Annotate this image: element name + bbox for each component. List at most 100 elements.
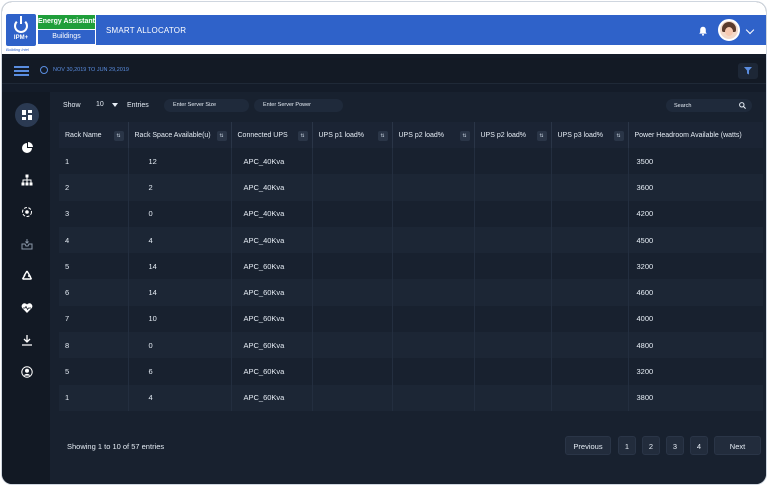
- sidebar-item-allocator[interactable]: [15, 200, 39, 224]
- user-avatar[interactable]: [718, 19, 740, 41]
- sidebar-item-user[interactable]: [15, 360, 39, 384]
- column-header[interactable]: Power Headroom Available (watts): [627, 122, 763, 148]
- table-cell: [550, 148, 628, 175]
- rack-table: Rack Name ⇅ Rack Space Available(u) ⇅ Conn…: [59, 122, 763, 411]
- table-cell: 3800: [627, 384, 763, 411]
- bell-icon[interactable]: [698, 26, 708, 36]
- sidebar-item-analytics[interactable]: [15, 136, 39, 160]
- column-header[interactable]: Rack Space Available(u) ⇅: [127, 122, 231, 148]
- next-button[interactable]: Next: [714, 436, 761, 455]
- table-cell: [391, 305, 474, 333]
- sort-icon[interactable]: ⇅: [297, 131, 308, 141]
- filter-button[interactable]: [738, 63, 758, 79]
- filter-icon: [744, 67, 752, 75]
- table-cell: [550, 200, 628, 227]
- table-cell: 14: [127, 279, 231, 306]
- sidebar-item-download[interactable]: [15, 328, 39, 352]
- table-cell: [473, 174, 551, 201]
- table-cell: [391, 332, 474, 359]
- table-cell: 4500: [627, 226, 763, 254]
- dashboard-icon: [22, 110, 32, 120]
- table-cell: [550, 253, 628, 280]
- table-cell: 3: [59, 200, 128, 227]
- table-row[interactable]: 3 0 APC_40Kva 4200: [59, 200, 763, 227]
- table-row[interactable]: 1 4 APC_60Kva 3800: [59, 384, 763, 411]
- table-row[interactable]: 1 12 APC_40Kva 3500: [59, 148, 763, 175]
- table-cell: 2: [59, 174, 128, 201]
- table-cell: 3200: [627, 253, 763, 280]
- table-cell: APC_60Kva: [230, 332, 312, 359]
- top-header: IPM+ Building Intel Energy Assistant Bui…: [2, 2, 766, 54]
- search-icon[interactable]: [739, 102, 746, 109]
- table-row[interactable]: 5 14 APC_60Kva 3200: [59, 253, 763, 280]
- search-input[interactable]: [666, 99, 736, 112]
- column-header[interactable]: UPS p3 load% ⇅: [550, 122, 628, 148]
- table-cell: [391, 253, 474, 280]
- sort-icon[interactable]: ⇅: [377, 131, 388, 141]
- allocator-icon: [22, 207, 32, 217]
- sort-icon[interactable]: ⇅: [216, 131, 227, 141]
- date-range[interactable]: NOV 30,2019 TO JUN 29,2019: [53, 67, 129, 73]
- sort-icon[interactable]: ⇅: [113, 131, 124, 141]
- table-cell: 3200: [627, 358, 763, 385]
- inbox-icon: [21, 239, 33, 250]
- table-cell: [473, 200, 551, 227]
- main-panel: Show 10 Entries Rack Name⇅ Rack Space Av…: [50, 92, 766, 484]
- table-cell: 1: [59, 384, 128, 411]
- table-row[interactable]: 2 2 APC_40Kva 3600: [59, 174, 763, 201]
- table-cell: APC_60Kva: [230, 305, 312, 333]
- column-header[interactable]: UPS p1 load% ⇅: [311, 122, 392, 148]
- table-cell: 10: [127, 305, 231, 333]
- table-cell: APC_40Kva: [230, 226, 312, 254]
- sidebar-item-dashboard[interactable]: [15, 103, 39, 127]
- chevron-down-icon: [112, 103, 118, 107]
- previous-button[interactable]: Previous: [565, 436, 611, 455]
- table-cell: [550, 305, 628, 333]
- table-row[interactable]: 4 4 APC_40Kva 4500: [59, 226, 763, 254]
- table-row[interactable]: 5 6 APC_60Kva 3200: [59, 358, 763, 385]
- sub-toolbar: NOV 30,2019 TO JUN 29,2019: [2, 58, 766, 84]
- table-cell: [311, 279, 392, 306]
- search-box[interactable]: [666, 99, 752, 112]
- column-header[interactable]: Rack Name ⇅: [59, 122, 128, 148]
- table-cell: 6: [127, 358, 231, 385]
- table-cell: [473, 384, 551, 411]
- table-row[interactable]: 8 0 APC_60Kva 4800: [59, 332, 763, 359]
- tab-energy-assistant[interactable]: Energy Assistant: [38, 15, 95, 29]
- ipm-logo[interactable]: IPM+: [6, 14, 36, 46]
- sort-icon[interactable]: ⇅: [613, 131, 624, 141]
- table-cell: [391, 174, 474, 201]
- table-cell: [473, 305, 551, 333]
- column-header[interactable]: UPS p2 load% ⇅: [473, 122, 551, 148]
- entries-select[interactable]: 10: [88, 98, 122, 112]
- table-row[interactable]: 6 14 APC_60Kva 4600: [59, 279, 763, 306]
- table-cell: [311, 148, 392, 175]
- tab-buildings[interactable]: Buildings: [38, 30, 95, 44]
- app-bar: SMART ALLOCATOR: [96, 15, 766, 45]
- page-button-1[interactable]: 1: [618, 436, 636, 455]
- hamburger-menu-icon[interactable]: [14, 66, 29, 76]
- sidebar-item-hierarchy[interactable]: [15, 168, 39, 192]
- page-button-2[interactable]: 2: [642, 436, 660, 455]
- table-cell: [473, 148, 551, 175]
- table-cell: 8: [59, 332, 128, 359]
- table-cell: [311, 253, 392, 280]
- table-cell: APC_40Kva: [230, 200, 312, 227]
- column-header[interactable]: Connected UPS ⇅: [230, 122, 312, 148]
- sidebar-item-inbox[interactable]: [15, 232, 39, 256]
- column-header[interactable]: UPS p2 load% ⇅: [391, 122, 474, 148]
- table-cell: [550, 226, 628, 254]
- page-button-4[interactable]: 4: [690, 436, 708, 455]
- server-size-input[interactable]: [164, 99, 249, 112]
- table-cell: 5: [59, 253, 128, 280]
- sidebar-item-recycle[interactable]: [15, 264, 39, 288]
- table-row[interactable]: 7 10 APC_60Kva 4000: [59, 305, 763, 333]
- sidebar-item-health[interactable]: [15, 296, 39, 320]
- sort-icon[interactable]: ⇅: [459, 131, 470, 141]
- server-power-input[interactable]: [254, 99, 343, 112]
- page-button-3[interactable]: 3: [666, 436, 684, 455]
- chevron-down-icon[interactable]: [745, 25, 755, 35]
- entries-label: Entries: [127, 102, 149, 109]
- user-icon: [21, 366, 33, 378]
- sort-icon[interactable]: ⇅: [536, 131, 547, 141]
